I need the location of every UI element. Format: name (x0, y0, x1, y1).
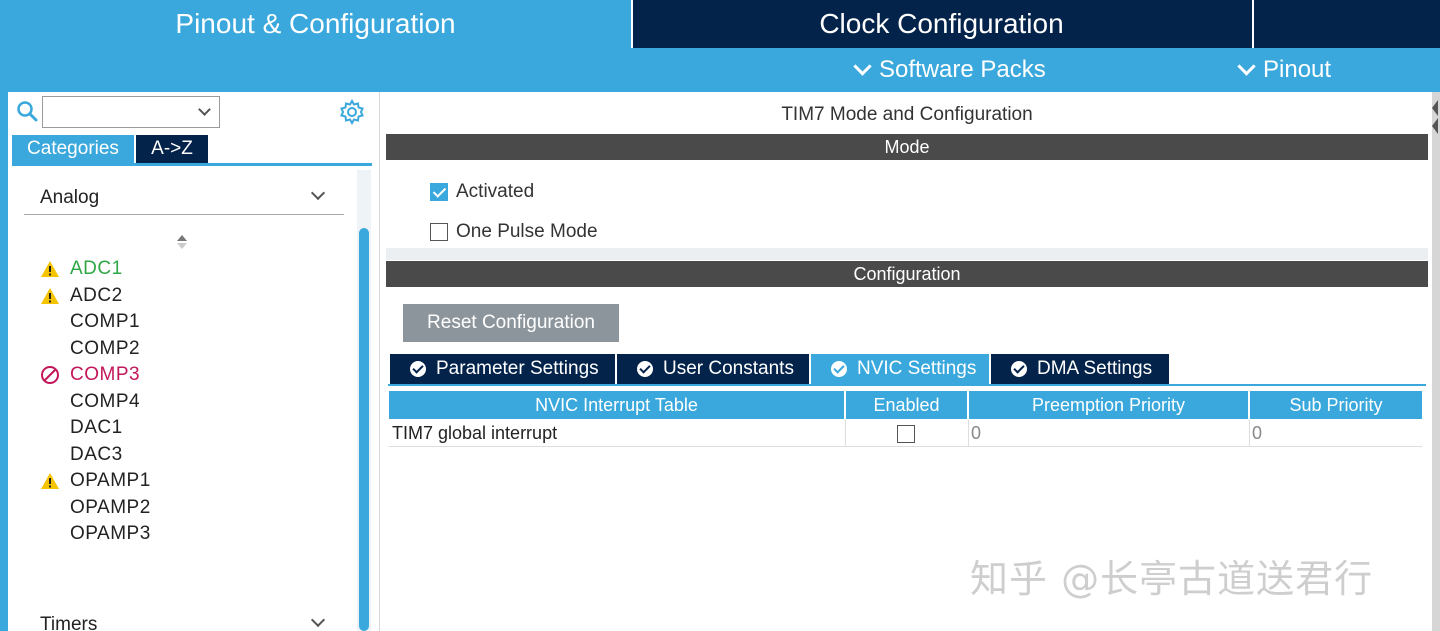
list-item-opamp2[interactable]: OPAMP2 (40, 495, 151, 522)
column-header-preemption[interactable]: Preemption Priority (969, 391, 1248, 419)
section-divider (386, 248, 1428, 260)
warning-icon (40, 471, 70, 491)
list-item-dac3[interactable]: DAC3 (40, 442, 151, 469)
list-item-comp2[interactable]: COMP2 (40, 336, 151, 363)
warning-icon (40, 286, 70, 306)
group-analog[interactable]: Analog (40, 187, 99, 209)
list-item-comp1[interactable]: COMP1 (40, 309, 151, 336)
tab-more[interactable] (1252, 0, 1440, 48)
page-title: TIM7 Mode and Configuration (781, 104, 1033, 125)
interrupt-name-cell: TIM7 global interrupt (392, 423, 558, 443)
list-item-adc2[interactable]: ADC2 (40, 283, 151, 310)
list-item-adc1[interactable]: ADC1 (40, 256, 151, 283)
top-tab-bar: Pinout & Configuration Clock Configurati… (0, 0, 1440, 48)
right-panel-edge (1432, 92, 1440, 631)
tab-underline (12, 163, 372, 166)
sub-nav-bar: Software Packs Pinout (0, 48, 1440, 92)
preemption-priority-cell[interactable]: 0 (971, 420, 1241, 447)
list-item-label: OPAMP2 (70, 496, 151, 518)
sidebar-edge (0, 92, 8, 631)
configuration-section-header: Configuration (386, 261, 1428, 287)
sub-priority-cell[interactable]: 0 (1252, 420, 1412, 447)
warning-icon (40, 259, 70, 279)
list-item-opamp1[interactable]: OPAMP1 (40, 468, 151, 495)
software-packs-label: Software Packs (879, 56, 1046, 83)
column-header-enabled[interactable]: Enabled (846, 391, 967, 419)
list-item-dac1[interactable]: DAC1 (40, 415, 151, 442)
tab-nvic-settings[interactable]: NVIC Settings (811, 354, 989, 384)
list-item-label: COMP1 (70, 311, 141, 333)
chevron-down-icon[interactable] (198, 103, 211, 116)
tab-user-constants[interactable]: User Constants (617, 354, 809, 384)
enabled-checkbox[interactable] (897, 424, 915, 443)
list-item-comp4[interactable]: COMP4 (40, 389, 151, 416)
list-item-label: DAC3 (70, 443, 123, 465)
search-icon[interactable] (16, 100, 38, 122)
activated-option[interactable]: Activated (430, 181, 534, 203)
list-item-label: COMP4 (70, 390, 141, 412)
disabled-icon (40, 365, 70, 385)
list-item-label: ADC1 (70, 258, 123, 280)
mode-section-header: Mode (386, 134, 1428, 160)
search-input[interactable] (42, 96, 220, 128)
list-item-label: DAC1 (70, 417, 123, 439)
group-timers[interactable]: Timers (40, 614, 97, 631)
check-circle-icon (410, 361, 426, 377)
list-item-opamp3[interactable]: OPAMP3 (40, 521, 151, 548)
tab-categories[interactable]: Categories (12, 135, 134, 163)
sidebar-scrollbar[interactable] (359, 228, 369, 631)
list-item-label: OPAMP3 (70, 523, 151, 545)
pinout-menu[interactable]: Pinout (1237, 48, 1332, 92)
group-divider (24, 214, 344, 215)
column-header-interrupt[interactable]: NVIC Interrupt Table (389, 391, 844, 419)
tab-label: User Constants (663, 358, 794, 379)
list-item-label: COMP3 (70, 364, 141, 386)
one-pulse-mode-checkbox[interactable] (430, 223, 448, 241)
software-packs-menu[interactable]: Software Packs (853, 48, 1046, 92)
analog-item-list: ADC1 ADC2 COMP1 COMP2 COMP3 COMP4 DAC1 D… (40, 256, 151, 548)
sort-arrows-icon[interactable] (175, 233, 189, 251)
list-item-label: ADC2 (70, 284, 123, 306)
tab-parameter-settings[interactable]: Parameter Settings (390, 354, 615, 384)
gear-icon[interactable] (338, 98, 366, 126)
list-item-label: COMP2 (70, 337, 141, 359)
enabled-cell[interactable] (897, 420, 917, 447)
list-item-label: OPAMP1 (70, 470, 151, 492)
column-header-sub-priority[interactable]: Sub Priority (1250, 391, 1422, 419)
reset-configuration-button[interactable]: Reset Configuration (403, 304, 619, 342)
chevron-down-icon (1237, 56, 1256, 76)
tab-clock-configuration[interactable]: Clock Configuration (633, 0, 1250, 48)
tab-a-z[interactable]: A->Z (136, 135, 208, 163)
list-item-comp3[interactable]: COMP3 (40, 362, 151, 389)
tab-dma-settings[interactable]: DMA Settings (991, 354, 1169, 384)
check-circle-icon (637, 361, 653, 377)
one-pulse-mode-label: One Pulse Mode (456, 221, 598, 242)
tab-label: Parameter Settings (436, 358, 599, 379)
tab-label: NVIC Settings (857, 358, 977, 379)
one-pulse-mode-option[interactable]: One Pulse Mode (430, 221, 598, 243)
tab-pinout-configuration[interactable]: Pinout & Configuration (0, 0, 631, 48)
activated-label: Activated (456, 181, 535, 202)
collapse-arrow-icon[interactable] (1430, 96, 1440, 136)
watermark: 知乎 @长亭古道送君行 (970, 557, 1374, 601)
pinout-label: Pinout (1263, 56, 1332, 83)
check-circle-icon (831, 361, 847, 377)
chevron-down-icon (853, 56, 872, 76)
check-circle-icon (1011, 361, 1027, 377)
activated-checkbox[interactable] (430, 183, 448, 201)
tab-label: DMA Settings (1037, 358, 1153, 379)
tab-underline (388, 384, 1426, 386)
